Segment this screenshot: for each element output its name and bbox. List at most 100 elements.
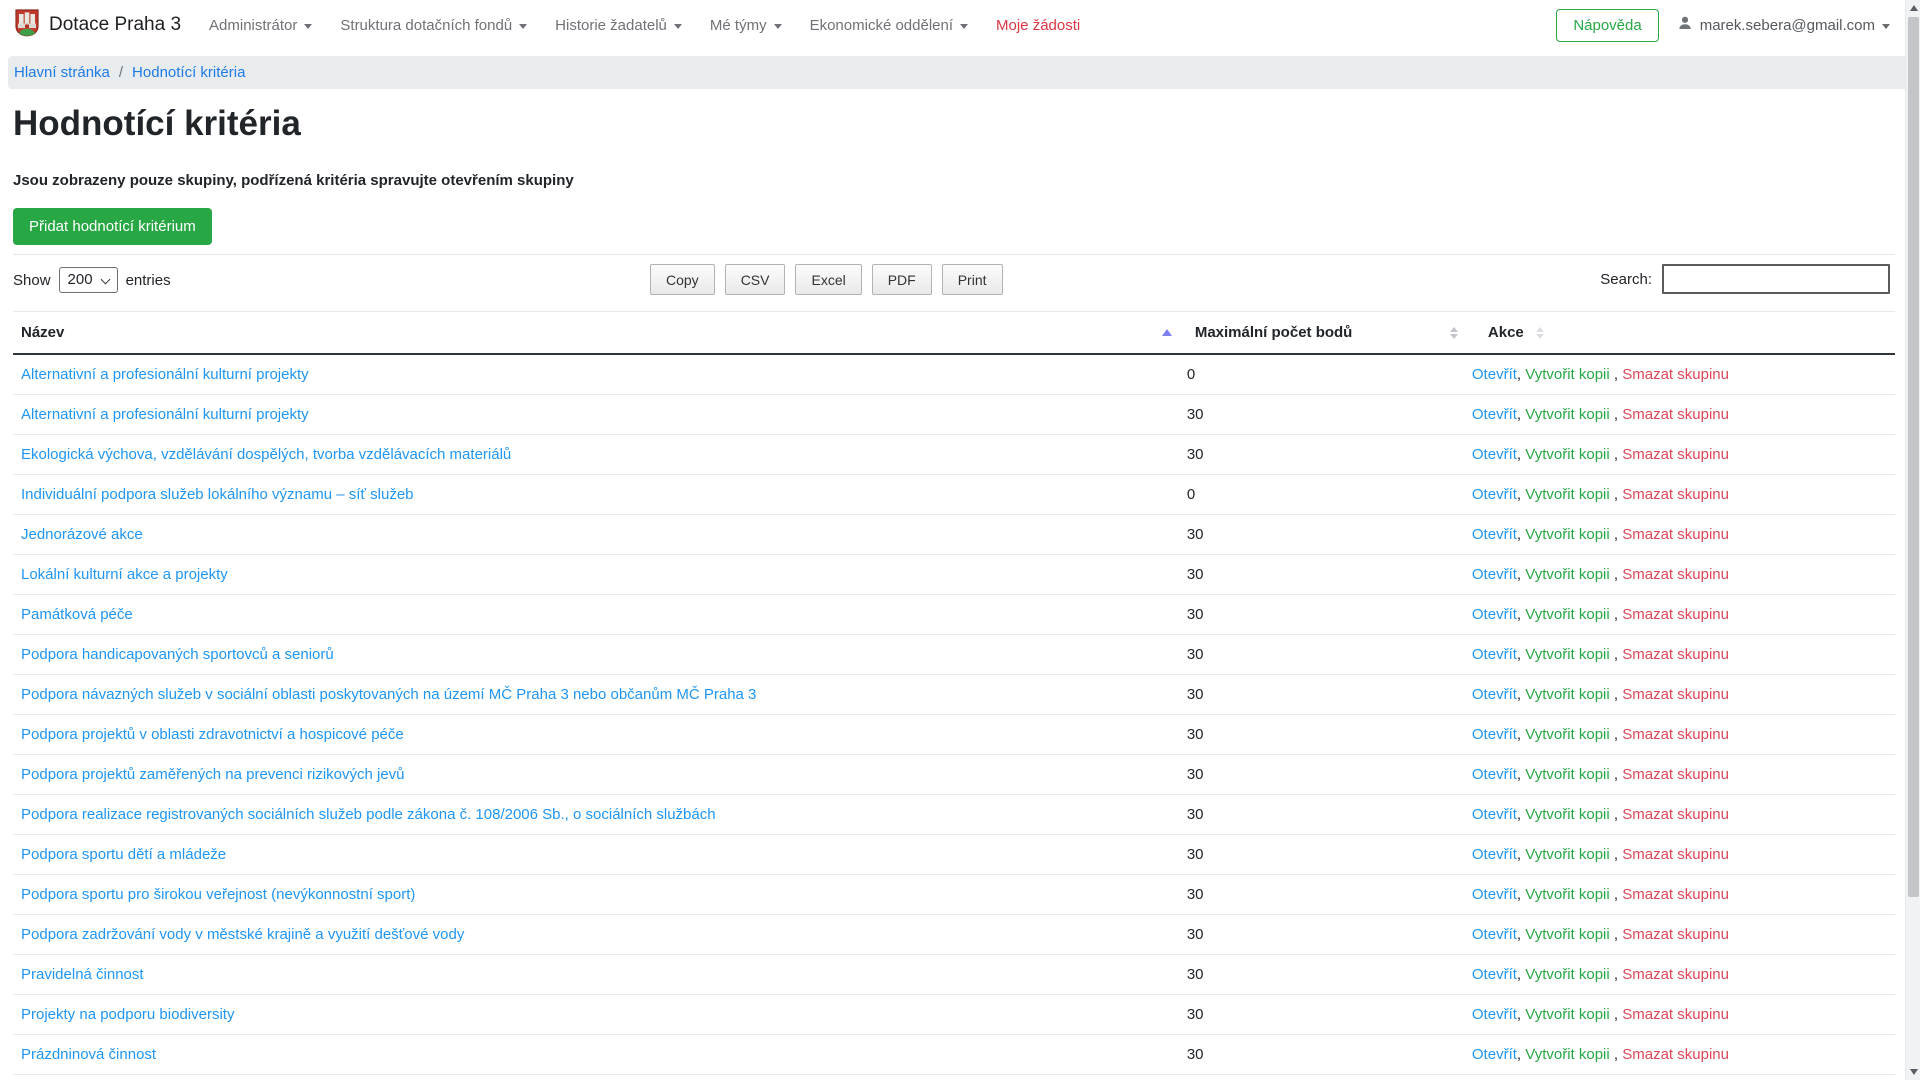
create-copy-link[interactable]: Vytvořit kopii — [1525, 1006, 1609, 1023]
open-link[interactable]: Otevřít — [1472, 846, 1517, 863]
nav-item-moje-zadosti[interactable]: Moje žádosti — [996, 17, 1080, 34]
create-copy-link[interactable]: Vytvořit kopii — [1525, 926, 1609, 943]
criteria-name-link[interactable]: Prázdninová činnost — [21, 1046, 156, 1063]
create-copy-link[interactable]: Vytvořit kopii — [1525, 446, 1609, 463]
print-button[interactable]: Print — [942, 264, 1003, 295]
open-link[interactable]: Otevřít — [1472, 1006, 1517, 1023]
open-link[interactable]: Otevřít — [1472, 486, 1517, 503]
create-copy-link[interactable]: Vytvořit kopii — [1525, 646, 1609, 663]
delete-group-link[interactable]: Smazat skupinu — [1622, 686, 1729, 703]
excel-button[interactable]: Excel — [795, 264, 861, 295]
open-link[interactable]: Otevřít — [1472, 1046, 1517, 1063]
delete-group-link[interactable]: Smazat skupinu — [1622, 726, 1729, 743]
column-header-maximalni-pocet-bodu[interactable]: Maximální počet bodů — [1180, 312, 1466, 355]
delete-group-link[interactable]: Smazat skupinu — [1622, 566, 1729, 583]
open-link[interactable]: Otevřít — [1472, 446, 1517, 463]
criteria-name-link[interactable]: Individuální podpora služeb lokálního vý… — [21, 486, 414, 503]
create-copy-link[interactable]: Vytvořit kopii — [1525, 806, 1609, 823]
create-copy-link[interactable]: Vytvořit kopii — [1525, 406, 1609, 423]
create-copy-link[interactable]: Vytvořit kopii — [1525, 526, 1609, 543]
create-copy-link[interactable]: Vytvořit kopii — [1525, 766, 1609, 783]
scrollbar-thumb[interactable] — [1908, 17, 1919, 897]
create-copy-link[interactable]: Vytvořit kopii — [1525, 686, 1609, 703]
delete-group-link[interactable]: Smazat skupinu — [1622, 966, 1729, 983]
open-link[interactable]: Otevřít — [1472, 966, 1517, 983]
delete-group-link[interactable]: Smazat skupinu — [1622, 406, 1729, 423]
scrollbar-up-arrow[interactable] — [1910, 5, 1918, 11]
delete-group-link[interactable]: Smazat skupinu — [1622, 806, 1729, 823]
column-header-akce[interactable]: Akce — [1466, 312, 1895, 355]
nav-item-administrator[interactable]: Administrátor — [209, 17, 312, 34]
nav-item-me-tymy[interactable]: Mé týmy — [710, 17, 782, 34]
nav-item-struktura-dotacnich-fondu[interactable]: Struktura dotačních fondů — [340, 17, 527, 34]
user-menu[interactable]: marek.sebera@gmail.com — [1677, 15, 1890, 35]
nav-item-ekonomicke-oddeleni[interactable]: Ekonomické oddělení — [810, 17, 968, 34]
copy-button[interactable]: Copy — [650, 264, 715, 295]
criteria-name-link[interactable]: Alternativní a profesionální kulturní pr… — [21, 406, 309, 423]
criteria-name-link[interactable]: Podpora projektů zaměřených na prevenci … — [21, 766, 405, 783]
criteria-name-link[interactable]: Projekty na podporu biodiversity — [21, 1006, 234, 1023]
open-link[interactable]: Otevřít — [1472, 566, 1517, 583]
criteria-name-link[interactable]: Podpora návazných služeb v sociální obla… — [21, 686, 756, 703]
breadcrumb-link-home[interactable]: Hlavní stránka — [14, 64, 110, 81]
create-copy-link[interactable]: Vytvořit kopii — [1525, 886, 1609, 903]
nav-item-historie-zadatelu[interactable]: Historie žadatelů — [555, 17, 682, 34]
criteria-name-link[interactable]: Podpora realizace registrovaných sociáln… — [21, 806, 716, 823]
add-criterion-button[interactable]: Přidat hodnotící kritérium — [13, 208, 212, 245]
create-copy-link[interactable]: Vytvořit kopii — [1525, 486, 1609, 503]
points-cell: 30 — [1180, 1035, 1466, 1075]
create-copy-link[interactable]: Vytvořit kopii — [1525, 606, 1609, 623]
delete-group-link[interactable]: Smazat skupinu — [1622, 606, 1729, 623]
criteria-name-link[interactable]: Pravidelná činnost — [21, 966, 144, 983]
open-link[interactable]: Otevřít — [1472, 886, 1517, 903]
delete-group-link[interactable]: Smazat skupinu — [1622, 886, 1729, 903]
create-copy-link[interactable]: Vytvořit kopii — [1525, 846, 1609, 863]
open-link[interactable]: Otevřít — [1472, 686, 1517, 703]
delete-group-link[interactable]: Smazat skupinu — [1622, 646, 1729, 663]
help-button[interactable]: Nápověda — [1556, 9, 1658, 42]
open-link[interactable]: Otevřít — [1472, 926, 1517, 943]
page-length-select[interactable]: 200 — [59, 267, 118, 293]
open-link[interactable]: Otevřít — [1472, 606, 1517, 623]
delete-group-link[interactable]: Smazat skupinu — [1622, 486, 1729, 503]
column-header-nazev[interactable]: Název — [13, 312, 1180, 355]
open-link[interactable]: Otevřít — [1472, 726, 1517, 743]
criteria-name-link[interactable]: Lokální kulturní akce a projekty — [21, 566, 228, 583]
delete-group-link[interactable]: Smazat skupinu — [1622, 1046, 1729, 1063]
delete-group-link[interactable]: Smazat skupinu — [1622, 366, 1729, 383]
delete-group-link[interactable]: Smazat skupinu — [1622, 926, 1729, 943]
search-input[interactable] — [1662, 264, 1890, 294]
name-cell: Podpora sportu dětí a mládeže — [13, 835, 1180, 875]
criteria-name-link[interactable]: Podpora zadržování vody v městské krajin… — [21, 926, 464, 943]
delete-group-link[interactable]: Smazat skupinu — [1622, 526, 1729, 543]
criteria-name-link[interactable]: Podpora handicapovaných sportovců a seni… — [21, 646, 334, 663]
criteria-name-link[interactable]: Jednorázové akce — [21, 526, 143, 543]
pdf-button[interactable]: PDF — [872, 264, 932, 295]
breadcrumb-link-current[interactable]: Hodnotící kritéria — [132, 64, 245, 81]
criteria-name-link[interactable]: Památková péče — [21, 606, 133, 623]
open-link[interactable]: Otevřít — [1472, 366, 1517, 383]
open-link[interactable]: Otevřít — [1472, 526, 1517, 543]
open-link[interactable]: Otevřít — [1472, 406, 1517, 423]
criteria-name-link[interactable]: Podpora projektů v oblasti zdravotnictví… — [21, 726, 404, 743]
open-link[interactable]: Otevřít — [1472, 766, 1517, 783]
create-copy-link[interactable]: Vytvořit kopii — [1525, 966, 1609, 983]
brand[interactable]: Dotace Praha 3 — [15, 9, 181, 42]
open-link[interactable]: Otevřít — [1472, 646, 1517, 663]
open-link[interactable]: Otevřít — [1472, 806, 1517, 823]
delete-group-link[interactable]: Smazat skupinu — [1622, 1006, 1729, 1023]
criteria-name-link[interactable]: Ekologická výchova, vzdělávání dospělých… — [21, 446, 511, 463]
delete-group-link[interactable]: Smazat skupinu — [1622, 846, 1729, 863]
criteria-name-link[interactable]: Podpora sportu pro širokou veřejnost (ne… — [21, 886, 415, 903]
scrollbar-down-arrow[interactable] — [1910, 1069, 1918, 1075]
delete-group-link[interactable]: Smazat skupinu — [1622, 446, 1729, 463]
create-copy-link[interactable]: Vytvořit kopii — [1525, 1046, 1609, 1063]
create-copy-link[interactable]: Vytvořit kopii — [1525, 726, 1609, 743]
create-copy-link[interactable]: Vytvořit kopii — [1525, 366, 1609, 383]
vertical-scrollbar[interactable] — [1905, 0, 1920, 1080]
criteria-name-link[interactable]: Podpora sportu dětí a mládeže — [21, 846, 226, 863]
create-copy-link[interactable]: Vytvořit kopii — [1525, 566, 1609, 583]
csv-button[interactable]: CSV — [725, 264, 786, 295]
criteria-name-link[interactable]: Alternativní a profesionální kulturní pr… — [21, 366, 309, 383]
delete-group-link[interactable]: Smazat skupinu — [1622, 766, 1729, 783]
